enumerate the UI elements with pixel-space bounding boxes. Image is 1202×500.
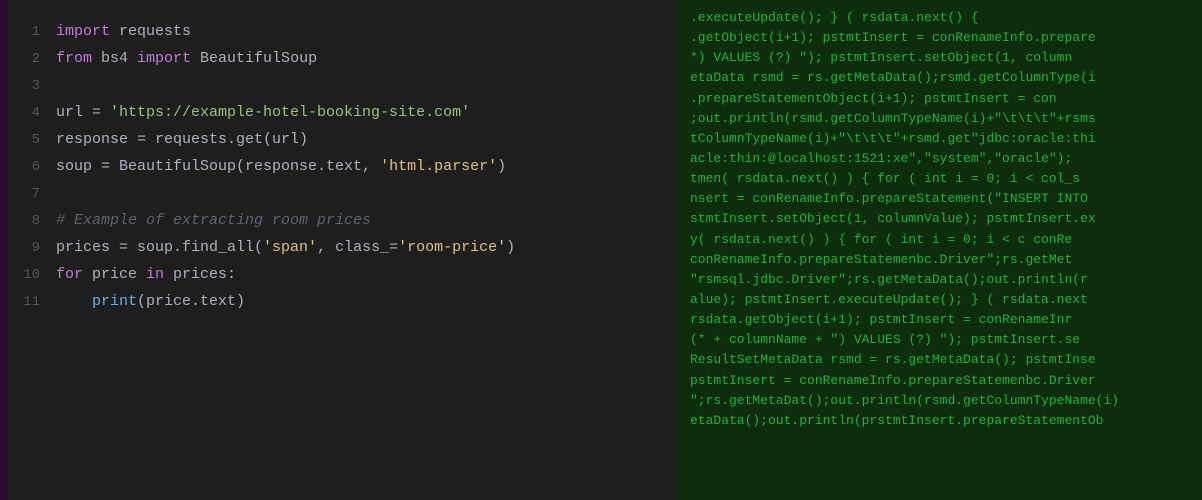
token-kw-from: from [56, 50, 92, 67]
code-text: for price in prices: [56, 263, 236, 288]
token-plain: prices: [164, 266, 236, 283]
code-line: 2from bs4 import BeautifulSoup [8, 47, 678, 74]
code-line: 10for price in prices: [8, 263, 678, 290]
token-plain: ) [506, 239, 515, 256]
token-kw-in: in [146, 266, 164, 283]
token-comment: # Example of extracting room prices [56, 212, 371, 229]
token-kw-print: print [92, 293, 137, 310]
code-text: soup = BeautifulSoup(response.text, 'htm… [56, 155, 506, 180]
code-line: 5response = requests.get(url) [8, 128, 678, 155]
token-plain: url = [56, 104, 110, 121]
token-plain: (price.text) [137, 293, 245, 310]
code-line: 3 [8, 74, 678, 101]
token-plain [56, 293, 92, 310]
token-string-orange: 'span' [263, 239, 317, 256]
code-panel: 1import requests2from bs4 import Beautif… [8, 0, 678, 500]
token-plain: requests [110, 23, 191, 40]
code-text: # Example of extracting room prices [56, 209, 371, 234]
code-text [56, 74, 65, 99]
token-plain: soup = BeautifulSoup(response.text, [56, 158, 380, 175]
code-line: 9prices = soup.find_all('span', class_='… [8, 236, 678, 263]
token-plain: BeautifulSoup [191, 50, 317, 67]
line-number: 4 [8, 102, 56, 125]
line-number: 9 [8, 237, 56, 260]
token-plain: bs4 [92, 50, 137, 67]
code-text: response = requests.get(url) [56, 128, 308, 153]
code-text: prices = soup.find_all('span', class_='r… [56, 236, 515, 261]
token-kw-import: import [56, 23, 110, 40]
line-number: 2 [8, 48, 56, 71]
line-number: 11 [8, 291, 56, 314]
line-number: 10 [8, 264, 56, 287]
token-string-orange: 'room-price' [398, 239, 506, 256]
bg-code-panel: .executeUpdate(); } ( rsdata.next() { .g… [678, 0, 1202, 500]
token-plain: ) [497, 158, 506, 175]
token-string-green: 'https://example-hotel-booking-site.com' [110, 104, 470, 121]
line-number: 5 [8, 129, 56, 152]
line-number: 7 [8, 183, 56, 206]
line-number: 3 [8, 75, 56, 98]
token-plain: , class_= [317, 239, 398, 256]
line-number: 8 [8, 210, 56, 233]
code-line: 8# Example of extracting room prices [8, 209, 678, 236]
code-text: print(price.text) [56, 290, 245, 315]
line-number: 6 [8, 156, 56, 179]
token-plain: response = requests.get(url) [56, 131, 308, 148]
token-kw-import: import [137, 50, 191, 67]
left-accent-bar [0, 0, 8, 500]
code-line: 1import requests [8, 20, 678, 47]
token-string-orange: 'html.parser' [380, 158, 497, 175]
line-number: 1 [8, 21, 56, 44]
token-kw-for: for [56, 266, 83, 283]
code-text: import requests [56, 20, 191, 45]
code-text: url = 'https://example-hotel-booking-sit… [56, 101, 470, 126]
token-plain: price [83, 266, 146, 283]
code-line: 7 [8, 182, 678, 209]
code-text: from bs4 import BeautifulSoup [56, 47, 317, 72]
code-line: 6soup = BeautifulSoup(response.text, 'ht… [8, 155, 678, 182]
bg-code-text: .executeUpdate(); } ( rsdata.next() { .g… [678, 0, 1202, 500]
code-line: 4url = 'https://example-hotel-booking-si… [8, 101, 678, 128]
code-text [56, 182, 65, 207]
code-line: 11 print(price.text) [8, 290, 678, 317]
token-plain: prices = soup.find_all( [56, 239, 263, 256]
